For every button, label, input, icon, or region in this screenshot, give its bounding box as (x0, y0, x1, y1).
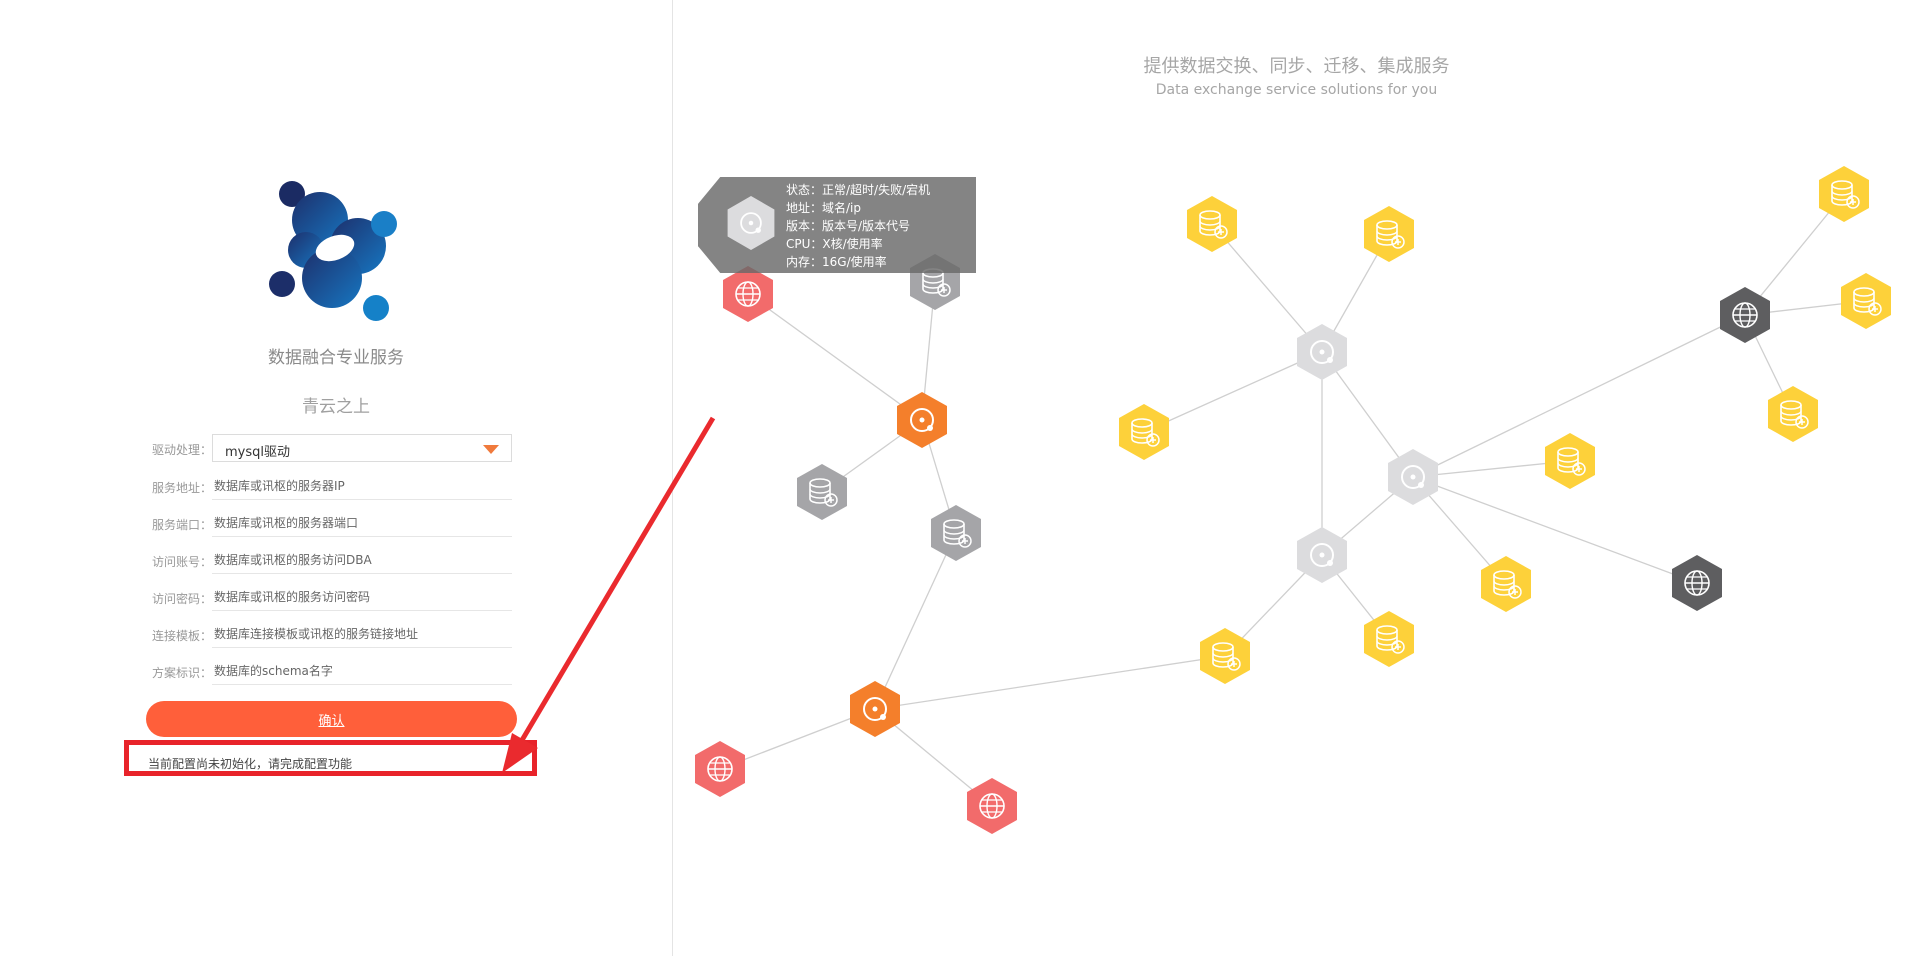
node-d-yellow-2-database-add-icon[interactable] (1364, 206, 1414, 262)
node-d-yellow-6-database-add-icon[interactable] (1364, 611, 1414, 667)
tooltip-address: 地址：域名/ip (786, 201, 861, 215)
topology-link (1211, 223, 1323, 353)
tooltip-text: 状态：正常/超时/失败/宕机 地址：域名/ip 版本：版本号/版本代号 CPU：… (786, 181, 930, 271)
node-d-yellow-10-database-add-icon[interactable] (1768, 386, 1818, 442)
server-icon (727, 196, 775, 250)
node-g-red-1-globe-icon[interactable] (723, 266, 773, 322)
topology-link (874, 532, 957, 710)
annotation-arrowhead (502, 733, 538, 773)
node-s-orange-2-server-icon[interactable] (850, 681, 900, 737)
topology-link (747, 293, 923, 421)
node-g-red-3-globe-icon[interactable] (967, 778, 1017, 834)
node-g-dark-2-globe-icon[interactable] (1672, 555, 1722, 611)
node-d-yellow-9-database-add-icon[interactable] (1841, 273, 1891, 329)
node-s-light-3-server-icon[interactable] (1297, 527, 1347, 583)
node-d-gray-3-database-add-icon[interactable] (931, 505, 981, 561)
node-g-red-2-globe-icon[interactable] (695, 741, 745, 797)
node-d-yellow-4-database-add-icon[interactable] (1545, 433, 1595, 489)
tooltip-memory: 内存：16G/使用率 (786, 255, 887, 269)
node-d-yellow-8-database-add-icon[interactable] (1819, 166, 1869, 222)
node-s-orange-1-server-icon[interactable] (897, 392, 947, 448)
node-g-dark-1-globe-icon[interactable] (1720, 287, 1770, 343)
node-d-gray-2-database-add-icon[interactable] (797, 464, 847, 520)
annotation-arrow-shaft (512, 416, 716, 754)
topology-link (1412, 476, 1698, 584)
topology-link (1143, 351, 1323, 433)
node-d-yellow-7-database-add-icon[interactable] (1200, 628, 1250, 684)
tooltip-version: 版本：版本号/版本代号 (786, 219, 911, 233)
tooltip-status: 状态：正常/超时/失败/宕机 (786, 183, 931, 197)
tooltip-cpu: CPU：X核/使用率 (786, 237, 883, 251)
node-tooltip: 状态：正常/超时/失败/宕机 地址：域名/ip 版本：版本号/版本代号 CPU：… (698, 177, 976, 273)
topology-graph (502, 166, 1891, 834)
topology-link (874, 655, 1226, 710)
node-d-yellow-3-database-add-icon[interactable] (1119, 404, 1169, 460)
